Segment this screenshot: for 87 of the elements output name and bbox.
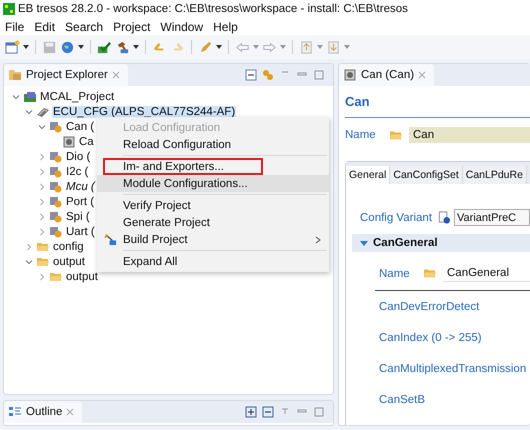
name-field[interactable]: CanGeneral [443,265,530,282]
parameter-label: CanSetB [379,393,426,408]
module-icon [49,150,63,162]
module-icon [49,196,63,208]
menu-item[interactable]: Search [65,20,104,34]
tree-item[interactable]: config [52,240,85,252]
tree-item[interactable]: Can ( [65,120,96,132]
app-icon [3,3,15,15]
caret-icon[interactable] [78,44,84,50]
field-label: Name [345,129,377,141]
folder-icon [36,240,50,252]
view-tab[interactable]: Outline [4,401,82,423]
maximize-icon[interactable] [313,406,325,418]
menu-item[interactable]: Expand All [97,253,329,270]
globe-icon[interactable] [60,40,75,54]
tab[interactable]: CanLPduRe [462,166,527,184]
menu-item[interactable]: Reload Configuration [97,136,329,153]
variant-dropdown[interactable]: VariantPreC [454,209,530,226]
save-icon[interactable] [42,40,57,54]
collapse-all-icon[interactable] [262,406,274,418]
tree-item[interactable]: Mcu ( [65,180,96,192]
outline-icon [8,406,22,418]
new-icon[interactable] [5,40,20,54]
menu-item[interactable]: File [5,20,24,34]
folder-icon [36,256,50,268]
field-label: Name [379,268,411,280]
caret-icon[interactable] [216,44,222,50]
module-icon [49,226,63,238]
chip-icon [36,106,50,118]
menu-item[interactable]: Build Project [97,231,329,248]
document-icon [62,136,76,148]
parameter-label: CanMultiplexedTransmission [379,362,528,377]
tree-item[interactable]: output [52,256,86,268]
tab[interactable]: CanConfigSet [390,166,463,184]
menu-item[interactable]: Project [113,20,150,34]
close-icon[interactable] [418,71,426,79]
caret-icon[interactable] [133,44,139,50]
tree-item[interactable]: Dio ( [65,150,92,162]
menu-item[interactable]: Window [160,20,204,34]
maximize-icon[interactable] [313,69,325,81]
folders-icon [8,69,22,81]
tree-item[interactable]: Ca [78,136,95,148]
close-icon[interactable] [112,71,120,79]
parameter-label: CanIndex (0 -> 255) [379,331,483,346]
project-icon [23,90,37,102]
tree-item[interactable]: output [65,270,99,282]
editor-heading: Can [345,94,530,118]
close-icon[interactable] [66,408,74,416]
tree-item[interactable]: ECU_CFG (ALPS_CAL77S244-AF) [52,106,236,118]
menu-item[interactable]: Edit [34,20,56,34]
build-icon [104,233,116,246]
editor-tab[interactable]: Can (Can) [339,64,434,86]
menu-item[interactable]: Module Configurations... [97,175,329,192]
name-field[interactable]: Can [409,127,530,143]
tree-item[interactable]: I2c ( [65,166,90,178]
menu-item[interactable]: Im- and Exporters... [103,158,263,175]
menu-item[interactable]: Help [213,20,238,34]
navigate-up-icon[interactable] [299,40,314,54]
tree-item[interactable]: Spi ( [65,210,91,222]
tab[interactable]: General [346,166,390,184]
document-icon [343,69,357,81]
menu-item[interactable]: Verify Project [97,197,329,214]
check-icon[interactable] [97,40,112,54]
caret-icon[interactable] [23,44,29,50]
window-title: EB tresos 28.2.0 - workspace: C:\EB\tresos\workspace - install: C:\EB\tresos [18,3,408,15]
collapse-arrow-icon[interactable] [360,239,368,247]
collapse-all-icon[interactable] [245,69,257,81]
hammer-icon[interactable] [115,40,130,54]
expand-all-icon[interactable] [245,406,257,418]
tree-item[interactable]: Uart ( [65,226,96,238]
parameter-label: CanDevErrorDetect [379,300,480,315]
module-icon [49,120,63,132]
tree-item[interactable]: Port ( [65,196,96,208]
link-icon[interactable] [262,69,274,81]
tree-item[interactable]: MCAL_Project [39,90,116,102]
document-icon [437,211,452,224]
section-header[interactable]: CanGeneral [352,234,530,252]
folder-icon [389,128,403,142]
folder-icon [49,270,63,282]
module-icon [49,180,63,192]
view-tab[interactable]: Project Explorer [4,64,128,86]
menu-item[interactable]: Generate Project [97,214,329,231]
module-icon [49,166,63,178]
module-icon [49,210,63,222]
field-label: Config Variant [360,212,432,224]
folder-icon [423,267,437,280]
navigate-down-icon[interactable] [326,40,341,54]
